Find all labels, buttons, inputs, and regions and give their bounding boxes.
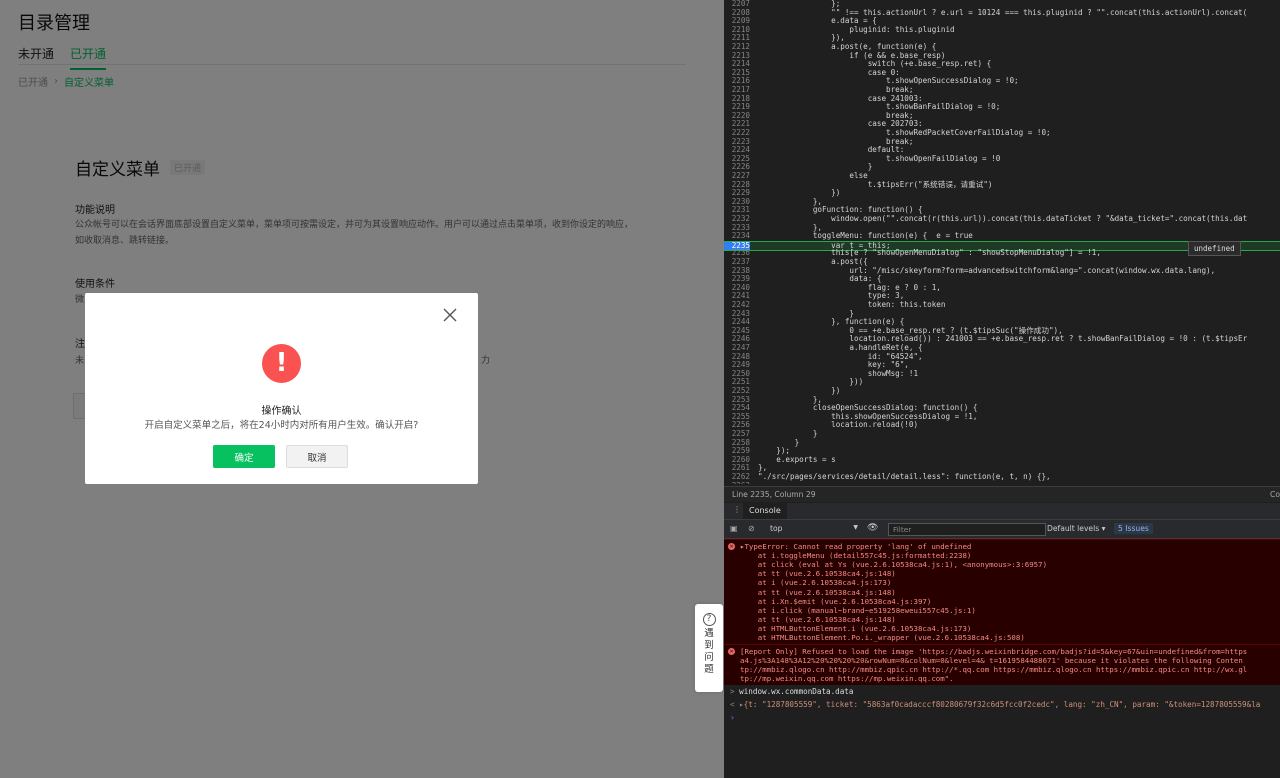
warning-icon: ! — [262, 344, 301, 383]
cancel-button[interactable]: 取消 — [286, 445, 348, 468]
console-message-line[interactable]: at i.Xn.$emit (vue.2.6.10538ca4.js:397) — [740, 597, 932, 606]
console-message-line[interactable]: at tt (vue.2.6.10538ca4.js:148) — [740, 615, 896, 624]
console-prompt[interactable]: › — [730, 713, 735, 722]
command-text: window.wx.commonData.data — [739, 687, 854, 696]
code-text: e.exports = s — [758, 454, 836, 464]
issues-button[interactable]: 5 Issues — [1114, 523, 1153, 534]
editor-status-bar: Line 2235, Column 29 Co — [724, 486, 1280, 502]
devtools-panel: 2207 }; 2208 "" !== this.actionUrl ? e.ur… — [724, 0, 1280, 778]
error-icon: × — [728, 543, 735, 550]
error-icon: × — [728, 648, 735, 655]
console-message-line[interactable]: at i.toggleMenu (detail557c45.js:formatt… — [740, 551, 972, 560]
console-message-line[interactable]: tp://mp.weixin.qq.com https://mp.weixin.… — [740, 674, 954, 683]
eye-icon[interactable]: 👁 — [867, 523, 878, 533]
result-text: {t: "1287805559", ticket: "5863af0cadacc… — [743, 700, 1261, 709]
tab-console[interactable]: Console — [743, 503, 787, 519]
dialog-title: 操作确认 — [261, 406, 302, 417]
confirm-button[interactable]: 确定 — [213, 445, 275, 468]
console-message-line[interactable]: at click (eval at Ys (vue.2.6.10538ca4.j… — [740, 560, 1047, 569]
console-message-line[interactable]: at HTMLButtonElement.Po.i._wrapper (vue.… — [740, 633, 1025, 642]
console-message-line[interactable]: at i (vue.2.6.10538ca4.js:173) — [740, 578, 892, 587]
console-error-typeerror: × ▸TypeError: Cannot read property 'lang… — [724, 539, 1280, 644]
code-text: "./src/pages/services/detail/detail.less… — [758, 472, 1051, 481]
code-line[interactable]: 2262 "./src/pages/services/detail/detail.… — [724, 472, 1280, 482]
drawer-tabs: ⋮ Console — [724, 503, 1280, 520]
console-message-line[interactable]: ▸TypeError: Cannot read property 'lang' … — [740, 542, 971, 551]
line-number[interactable]: 2234 — [724, 232, 750, 241]
question-icon: ? — [702, 613, 716, 626]
code-text: window.open("".concat(r(this.url)).conca… — [758, 214, 1248, 223]
value-tooltip: undefined — [1188, 241, 1241, 256]
confirm-dialog: ! 操作确认 开启自定义菜单之后，将在24小时内对所有用户生效。确认开启? 确定… — [85, 293, 478, 484]
code-line[interactable]: 2234 toggleMenu: function(e) { e = true — [724, 232, 1280, 241]
line-number[interactable]: 2263 — [724, 481, 750, 484]
cursor-position: Line 2235, Column 29 — [732, 490, 816, 499]
clear-console-icon[interactable]: ⊘ — [748, 524, 755, 533]
code-line[interactable]: 2257 } — [724, 429, 1280, 439]
mp-admin-page: 目录管理 未开通 已开通 已开通 › 自定义菜单 自定义菜单 已开通 功能说明 … — [0, 0, 724, 778]
code-line[interactable]: 2258 } — [724, 438, 1280, 448]
close-icon[interactable] — [442, 307, 458, 323]
context-select[interactable]: top ▼ — [770, 524, 858, 533]
levels-dropdown[interactable]: Default levels ▾ — [1047, 524, 1105, 533]
code-line[interactable]: 2263 — [724, 481, 1280, 484]
context-value: top — [770, 524, 783, 533]
help-widget[interactable]: ? 遇到问题 — [695, 604, 723, 692]
result-arrow-icon: < ▸ — [730, 700, 744, 709]
console-result[interactable]: < ▸{t: "1287805559", ticket: "5863af0cad… — [730, 700, 1260, 709]
input-prompt-icon: > — [730, 687, 740, 696]
more-icon[interactable]: ⋮ — [733, 505, 741, 514]
code-text: toggleMenu: function(e) { e = true — [758, 231, 973, 241]
console-message-line[interactable]: at i.click (manual~brand~e519258eweui557… — [740, 606, 976, 615]
console-message-line[interactable]: at tt (vue.2.6.10538ca4.js:148) — [740, 588, 896, 597]
dialog-message: 开启自定义菜单之后，将在24小时内对所有用户生效。确认开启? — [144, 420, 419, 431]
console-message-line[interactable]: at HTMLButtonElement.i (vue.2.6.10538ca4… — [740, 624, 972, 633]
code-line[interactable]: 2260 e.exports = s — [724, 454, 1280, 465]
console-command: > window.wx.commonData.data — [730, 687, 853, 696]
console-message-line[interactable]: a4.js%3A148%3A12%20%20%20%20&rowNum=0&co… — [740, 656, 1243, 665]
help-label: 遇到问题 — [704, 628, 714, 675]
console-message-line[interactable]: tp://mmbiz.qlogo.cn http://mmbiz.qpic.cn… — [740, 665, 1247, 674]
console-message-line[interactable]: at tt (vue.2.6.10538ca4.js:148) — [740, 569, 896, 578]
console-error-csp: × [Report Only] Refused to load the imag… — [724, 644, 1280, 685]
coverage-label: Co — [1270, 490, 1280, 499]
filter-input[interactable]: Filter — [888, 523, 1046, 536]
console-toolbar: ▣ ⊘ top ▼ 👁 Filter Default levels ▾ 5 Is… — [724, 520, 1280, 539]
sidebar-toggle-icon[interactable]: ▣ — [730, 524, 738, 533]
console-message-line[interactable]: [Report Only] Refused to load the image … — [740, 647, 1247, 656]
chevron-down-icon: ▼ — [853, 524, 858, 531]
